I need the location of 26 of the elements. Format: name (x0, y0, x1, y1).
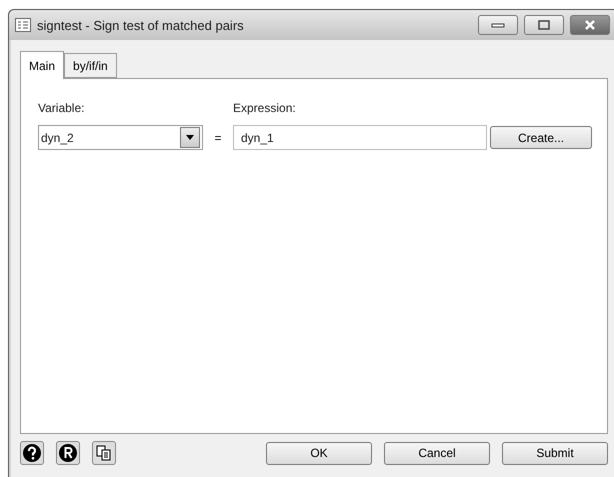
minimize-icon (491, 22, 505, 28)
dialog-button[interactable]: Submit (502, 442, 608, 464)
minimize-button[interactable] (478, 15, 518, 35)
copy-button[interactable] (92, 441, 116, 465)
field-label: Expression: (233, 101, 297, 117)
help-button[interactable] (20, 441, 44, 465)
field-label: Variable: (38, 101, 86, 117)
create-button[interactable]: Create... (490, 126, 592, 149)
maximize-icon (538, 20, 550, 30)
caret-icon (186, 135, 194, 140)
close-button[interactable] (570, 15, 610, 35)
copy-icon (96, 445, 112, 461)
close-icon (584, 20, 596, 30)
tab[interactable]: Main (20, 51, 64, 79)
equals-sign: = (213, 130, 222, 144)
reset-button[interactable] (56, 441, 80, 465)
window-title: signtest - Sign test of matched pairs (37, 18, 245, 32)
window-icon (15, 18, 31, 32)
dialog-button[interactable]: OK (266, 442, 372, 464)
variable-dropdown[interactable]: dyn_2 (38, 125, 203, 150)
dialog-button[interactable]: Cancel (384, 442, 490, 464)
help-icon (23, 444, 41, 462)
expression-field[interactable]: dyn_1 (233, 125, 487, 150)
reset-icon (59, 444, 77, 462)
tab[interactable]: by/if/in (64, 53, 117, 78)
maximize-button[interactable] (524, 15, 564, 35)
